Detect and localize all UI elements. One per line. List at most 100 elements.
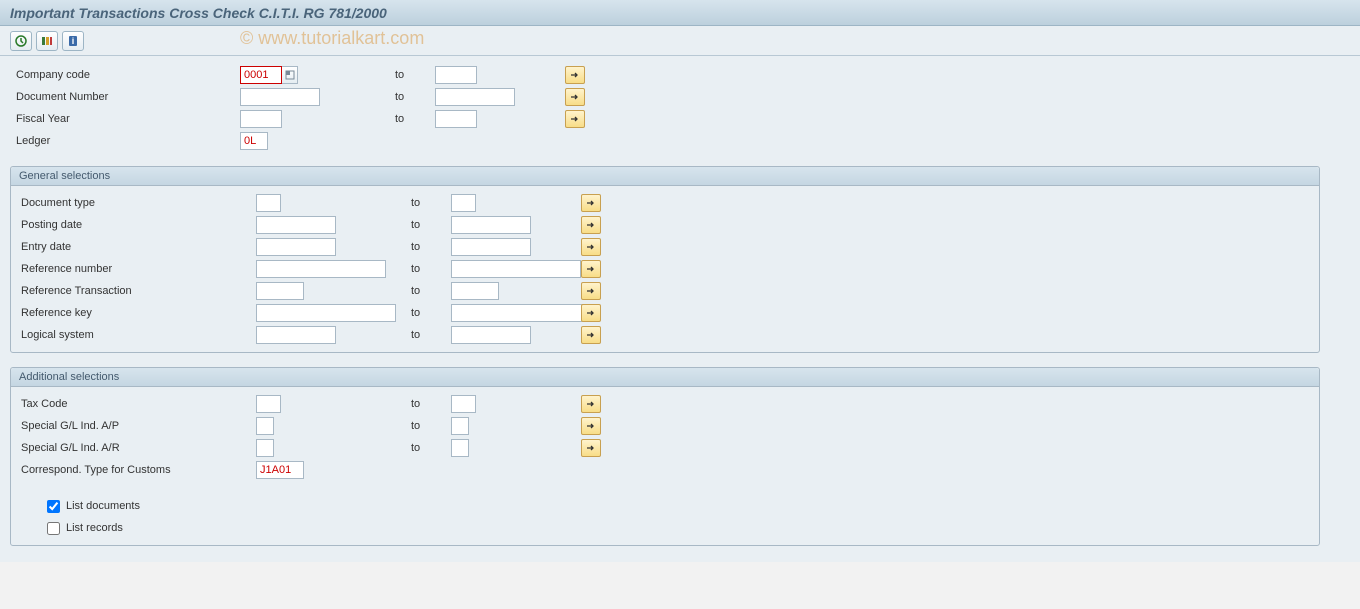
to-label: to [395, 113, 435, 125]
to-label: to [395, 91, 435, 103]
svg-text:i: i [72, 36, 75, 46]
multi-select-company-code[interactable] [565, 66, 585, 84]
posting-date-to-input[interactable] [451, 216, 531, 234]
row-reference-number: Reference number to [11, 258, 1319, 280]
multi-select-reference-number[interactable] [581, 260, 601, 278]
multi-select-tax-code[interactable] [581, 395, 601, 413]
to-label: to [411, 442, 451, 454]
group-additional-selections: Additional selections Tax Code to Specia… [10, 367, 1320, 546]
row-sgl-ap: Special G/L Ind. A/P to [11, 415, 1319, 437]
to-label: to [411, 329, 451, 341]
row-reference-key: Reference key to [11, 302, 1319, 324]
correspondence-type-input[interactable] [256, 461, 304, 479]
to-label: to [411, 263, 451, 275]
row-logical-system: Logical system to [11, 324, 1319, 346]
ledger-input[interactable] [240, 132, 268, 150]
multi-select-entry-date[interactable] [581, 238, 601, 256]
row-tax-code: Tax Code to [11, 393, 1319, 415]
entry-date-to-input[interactable] [451, 238, 531, 256]
company-code-f4-icon[interactable] [282, 66, 298, 84]
doc-type-input[interactable] [256, 194, 281, 212]
to-label: to [411, 197, 451, 209]
multi-select-reference-transaction[interactable] [581, 282, 601, 300]
reference-key-input[interactable] [256, 304, 396, 322]
row-correspondence-type: Correspond. Type for Customs [11, 459, 1319, 481]
toolbar: i [0, 26, 1360, 56]
label-reference-number: Reference number [11, 263, 256, 275]
to-label: to [411, 398, 451, 410]
group-general-selections: General selections Document type to Post… [10, 166, 1320, 353]
label-sgl-ar: Special G/L Ind. A/R [11, 442, 256, 454]
label-list-documents: List documents [66, 500, 140, 512]
posting-date-input[interactable] [256, 216, 336, 234]
label-sgl-ap: Special G/L Ind. A/P [11, 420, 256, 432]
reference-key-to-input[interactable] [451, 304, 591, 322]
row-posting-date: Posting date to [11, 214, 1319, 236]
label-list-records: List records [66, 522, 123, 534]
row-reference-transaction: Reference Transaction to [11, 280, 1319, 302]
doc-number-to-input[interactable] [435, 88, 515, 106]
multi-select-doc-number[interactable] [565, 88, 585, 106]
row-sgl-ar: Special G/L Ind. A/R to [11, 437, 1319, 459]
list-documents-checkbox[interactable] [47, 500, 60, 513]
execute-button[interactable] [10, 31, 32, 51]
label-doc-type: Document type [11, 197, 256, 209]
company-code-to-input[interactable] [435, 66, 477, 84]
row-list-records: List records [11, 517, 1319, 539]
label-correspondence-type: Correspond. Type for Customs [11, 464, 256, 476]
tax-code-input[interactable] [256, 395, 281, 413]
row-list-documents: List documents [11, 495, 1319, 517]
label-tax-code: Tax Code [11, 398, 256, 410]
label-fiscal-year: Fiscal Year [10, 113, 240, 125]
doc-type-to-input[interactable] [451, 194, 476, 212]
company-code-input[interactable] [240, 66, 282, 84]
row-company-code: Company code to [10, 64, 1350, 86]
selection-screen: Company code to Document Number to Fisca… [0, 56, 1360, 562]
to-label: to [411, 307, 451, 319]
reference-transaction-input[interactable] [256, 282, 304, 300]
label-ledger: Ledger [10, 135, 240, 147]
sgl-ap-input[interactable] [256, 417, 274, 435]
row-ledger: Ledger [10, 130, 1350, 152]
label-reference-key: Reference key [11, 307, 256, 319]
label-reference-transaction: Reference Transaction [11, 285, 256, 297]
label-company-code: Company code [10, 69, 240, 81]
multi-select-doc-type[interactable] [581, 194, 601, 212]
multi-select-fiscal-year[interactable] [565, 110, 585, 128]
multi-select-reference-key[interactable] [581, 304, 601, 322]
to-label: to [411, 219, 451, 231]
entry-date-input[interactable] [256, 238, 336, 256]
label-entry-date: Entry date [11, 241, 256, 253]
logical-system-input[interactable] [256, 326, 336, 344]
multi-select-posting-date[interactable] [581, 216, 601, 234]
label-logical-system: Logical system [11, 329, 256, 341]
sgl-ap-to-input[interactable] [451, 417, 469, 435]
to-label: to [411, 285, 451, 297]
sgl-ar-to-input[interactable] [451, 439, 469, 457]
info-button[interactable]: i [62, 31, 84, 51]
doc-number-input[interactable] [240, 88, 320, 106]
list-records-checkbox[interactable] [47, 522, 60, 535]
to-label: to [395, 69, 435, 81]
multi-select-sgl-ar[interactable] [581, 439, 601, 457]
reference-number-input[interactable] [256, 260, 386, 278]
to-label: to [411, 420, 451, 432]
logical-system-to-input[interactable] [451, 326, 531, 344]
fiscal-year-input[interactable] [240, 110, 282, 128]
fiscal-year-to-input[interactable] [435, 110, 477, 128]
row-fiscal-year: Fiscal Year to [10, 108, 1350, 130]
row-entry-date: Entry date to [11, 236, 1319, 258]
reference-transaction-to-input[interactable] [451, 282, 499, 300]
variant-button[interactable] [36, 31, 58, 51]
label-doc-number: Document Number [10, 91, 240, 103]
reference-number-to-input[interactable] [451, 260, 581, 278]
page-title: Important Transactions Cross Check C.I.T… [10, 5, 387, 21]
multi-select-sgl-ap[interactable] [581, 417, 601, 435]
row-doc-number: Document Number to [10, 86, 1350, 108]
to-label: to [411, 241, 451, 253]
group-title-general: General selections [11, 167, 1319, 186]
label-posting-date: Posting date [11, 219, 256, 231]
tax-code-to-input[interactable] [451, 395, 476, 413]
multi-select-logical-system[interactable] [581, 326, 601, 344]
sgl-ar-input[interactable] [256, 439, 274, 457]
